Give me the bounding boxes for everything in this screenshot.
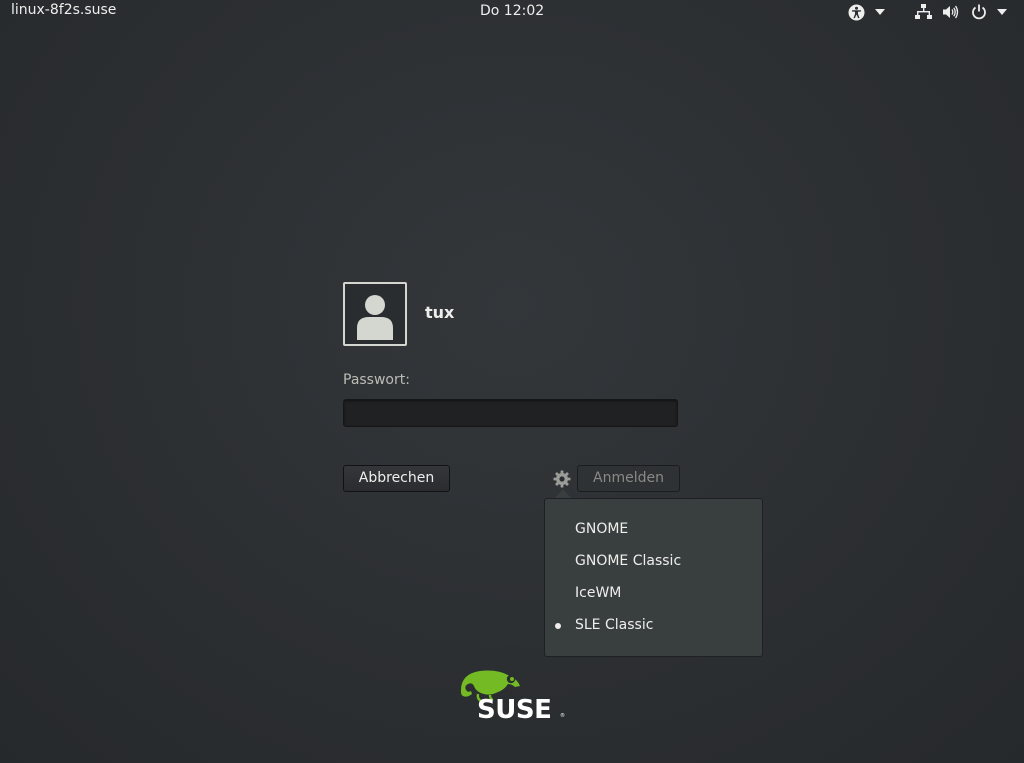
- session-item-sle-classic[interactable]: SLE Classic: [575, 617, 653, 633]
- accessibility-menu[interactable]: [848, 3, 885, 21]
- avatar: [343, 282, 407, 346]
- password-input[interactable]: [343, 399, 678, 427]
- suse-logo: SUSE ®: [458, 668, 568, 725]
- selected-indicator-dot: [555, 623, 561, 629]
- username: tux: [425, 303, 455, 322]
- session-item-gnome-classic[interactable]: GNOME Classic: [575, 553, 681, 569]
- session-item-gnome[interactable]: GNOME: [575, 521, 628, 537]
- network-icon: [915, 4, 932, 20]
- session-menu: GNOME GNOME Classic IceWM SLE Classic: [544, 498, 763, 657]
- password-label: Passwort:: [343, 372, 410, 388]
- top-bar: linux-8f2s.suse Do 12:02: [0, 0, 1024, 24]
- clock[interactable]: Do 12:02: [480, 3, 544, 19]
- chevron-down-icon: [997, 9, 1007, 15]
- login-button[interactable]: Anmelden: [577, 465, 680, 492]
- gear-icon[interactable]: [553, 470, 571, 488]
- login-screen: linux-8f2s.suse Do 12:02 tux Passwort: A…: [0, 0, 1024, 763]
- session-item-icewm[interactable]: IceWM: [575, 585, 621, 601]
- accessibility-icon: [848, 4, 865, 21]
- chevron-down-icon: [875, 9, 885, 15]
- svg-text:®: ®: [560, 712, 565, 719]
- power-icon: [971, 4, 987, 20]
- hostname-label: linux-8f2s.suse: [11, 2, 117, 18]
- system-menu[interactable]: [915, 3, 1007, 21]
- suse-logo-text: SUSE: [477, 695, 551, 722]
- cancel-button[interactable]: Abbrechen: [343, 465, 450, 492]
- user-icon: [345, 295, 405, 348]
- volume-icon: [943, 5, 959, 19]
